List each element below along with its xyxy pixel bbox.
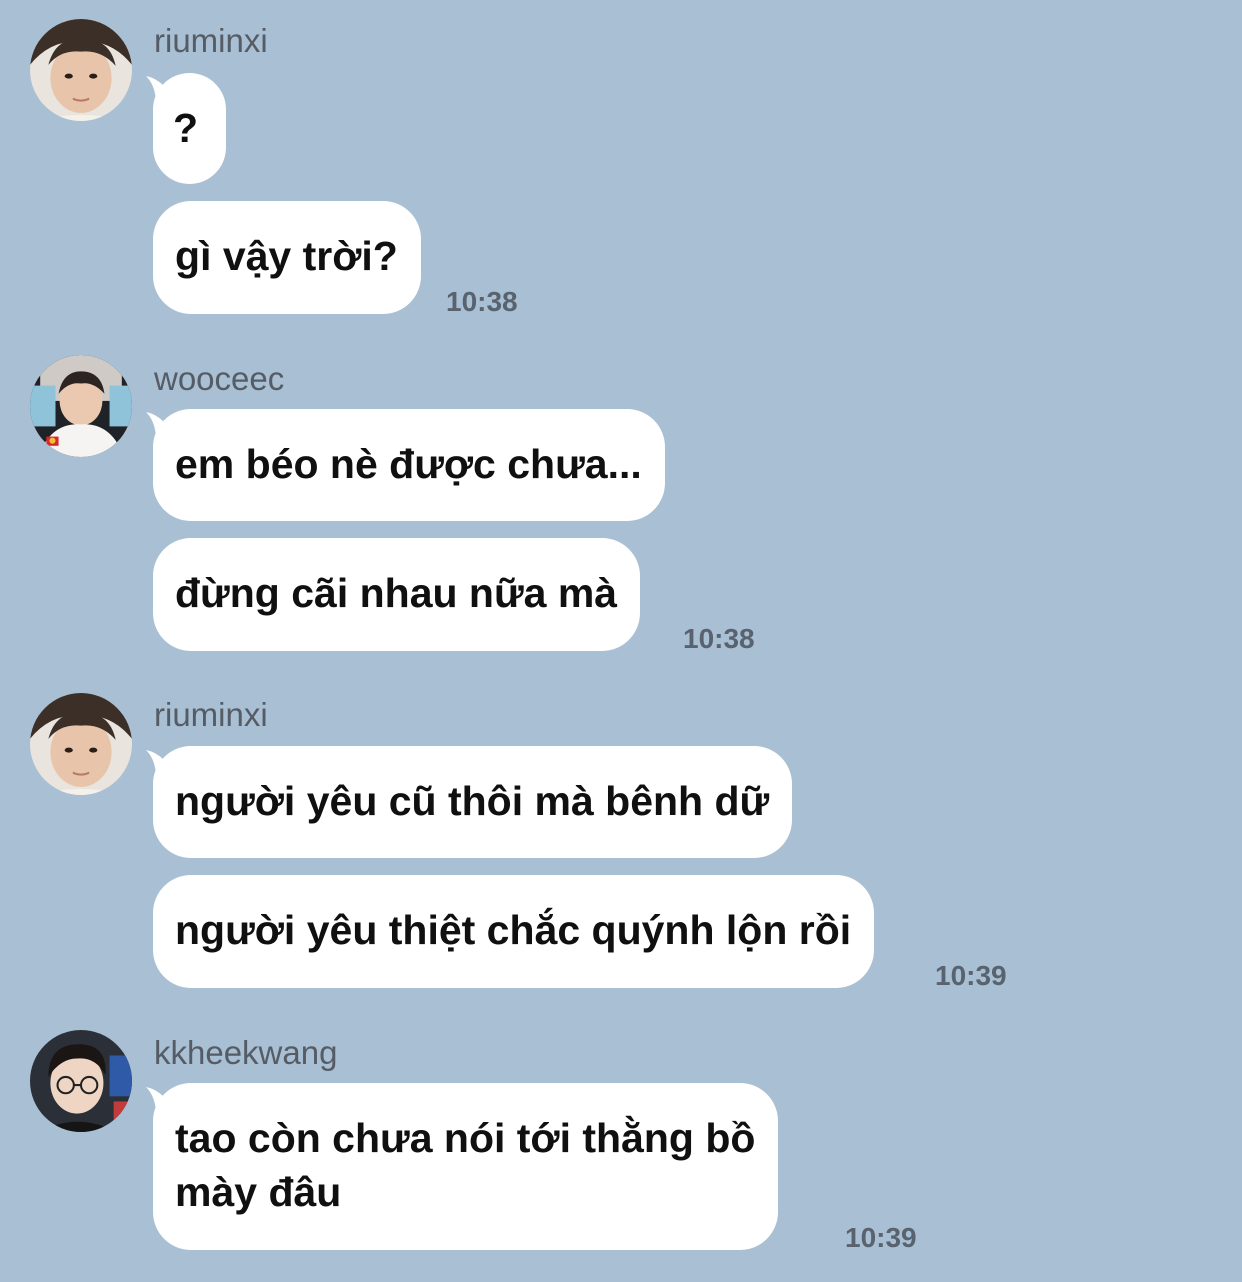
sender-name: kkheekwang [154,1034,338,1071]
message-timestamp: 10:39 [935,960,1007,991]
sender-name: riuminxi [154,22,268,59]
avatar-kkheekwang[interactable] [30,1030,132,1132]
message-timestamp: 10:38 [446,286,518,317]
riuminxi-avatar [30,19,132,121]
kkheekwang-avatar [30,1030,132,1132]
wooceec-avatar [30,355,132,457]
sender-name: riuminxi [154,696,268,733]
message-bubble[interactable]: người yêu cũ thôi mà bênh dữ [153,746,793,858]
message-bubble[interactable]: ? [153,73,226,184]
message-timestamp: 10:38 [683,623,755,654]
avatar-riuminxi[interactable] [30,19,132,121]
message-bubble[interactable]: tao còn chưa nói tới thằng bồ mày đâu [153,1083,779,1250]
sender-name: wooceec [154,360,285,397]
avatar-riuminxi[interactable] [30,693,132,795]
message-bubble[interactable]: người yêu thiệt chắc quýnh lộn rồi [153,875,875,988]
message-bubble[interactable]: đừng cãi nhau nữa mà [153,538,641,651]
message-bubble[interactable]: em béo nè được chưa... [153,409,665,521]
message-timestamp: 10:39 [845,1222,917,1253]
avatar-wooceec[interactable] [30,355,132,457]
riuminxi-avatar [30,693,132,795]
message-bubble[interactable]: gì vậy trời? [153,201,421,314]
